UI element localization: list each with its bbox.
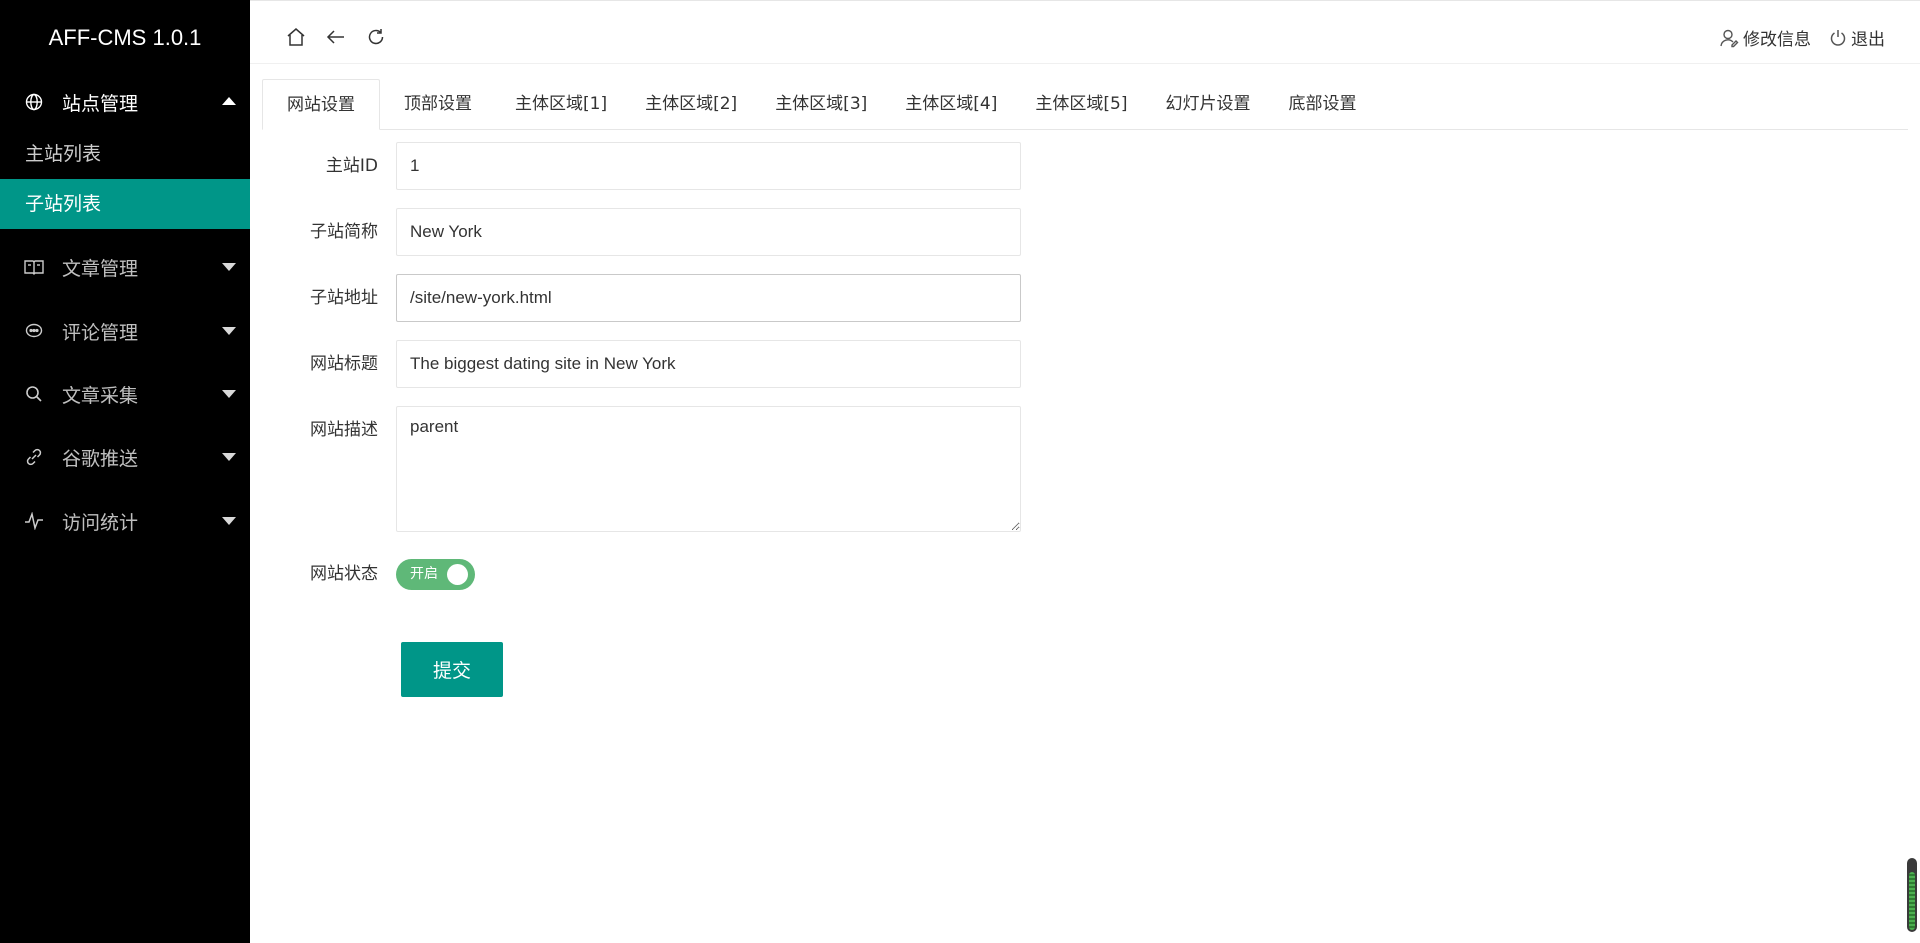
tab-top-settings[interactable]: 顶部设置 [380,79,496,129]
sidebar-group-visit-stats[interactable]: 访问统计 [0,489,250,553]
globe-icon [24,92,44,112]
chevron-up-icon [222,97,236,105]
sidebar-group-label: 站点管理 [62,92,139,115]
form-row-address: 子站地址 [262,274,1021,322]
status-toggle-text: 开启 [410,566,438,582]
short-name-label: 子站简称 [310,222,378,242]
form-row-site-id: 主站ID [262,142,1021,190]
sidebar-sublist: 主站列表 子站列表 [0,129,250,229]
refresh-icon[interactable] [364,25,388,49]
sidebar: AFF-CMS 1.0.1 站点管理 主站列表 子站列表 文章管理 评论管理 文… [0,0,250,943]
address-input[interactable] [396,274,1021,322]
form-row-description: 网站描述 parent [262,406,1021,532]
book-icon [24,257,44,277]
pulse-icon [24,511,44,531]
back-arrow-icon[interactable] [324,25,348,49]
top-header: 修改信息 退出 [250,0,1920,64]
power-icon [1830,29,1846,46]
toggle-knob [447,564,468,585]
address-label: 子站地址 [310,288,378,308]
tab-main-area-4[interactable]: 主体区域[4] [886,79,1016,129]
header-user-actions: 修改信息 退出 [1701,25,1885,50]
sidebar-group-label: 访问统计 [62,511,139,534]
chevron-down-icon [222,263,236,271]
sidebar-group-label: 文章管理 [62,257,139,280]
app-title: AFF-CMS 1.0.1 [48,25,202,50]
sidebar-group-comments[interactable]: 评论管理 [0,299,250,363]
site-id-input[interactable] [396,142,1021,190]
user-icon [1720,29,1739,47]
site-id-label: 主站ID [325,156,378,176]
submit-button[interactable]: 提交 [401,642,503,697]
chevron-down-icon [222,390,236,398]
form-row-title: 网站标题 [262,340,1021,388]
logout-link[interactable]: 退出 [1829,25,1885,50]
title-label: 网站标题 [310,354,378,374]
sidebar-group-google-push[interactable]: 谷歌推送 [0,425,250,489]
tab-slideshow-settings[interactable]: 幻灯片设置 [1146,79,1269,129]
form-row-status: 网站状态 开启 [262,559,475,590]
tab-footer-settings[interactable]: 底部设置 [1269,79,1375,129]
settings-tabs: 网站设置 顶部设置 主体区域[1] 主体区域[2] 主体区域[3] 主体区域[4… [262,79,1908,130]
tab-site-settings[interactable]: 网站设置 [262,79,380,130]
sidebar-group-label: 谷歌推送 [62,447,139,470]
sidebar-group-articles[interactable]: 文章管理 [0,235,250,299]
short-name-input[interactable] [396,208,1021,256]
sidebar-group-site-management[interactable]: 站点管理 [0,75,250,129]
title-input[interactable] [396,340,1021,388]
home-icon[interactable] [284,25,308,49]
chevron-down-icon [222,517,236,525]
sidebar-group-collector[interactable]: 文章采集 [0,363,250,425]
scroll-indicator-fill [1909,872,1915,930]
tab-main-area-2[interactable]: 主体区域[2] [626,79,756,129]
comment-icon [24,321,44,341]
tab-main-area-1[interactable]: 主体区域[1] [496,79,626,129]
edit-profile-label: 修改信息 [1743,30,1811,50]
sidebar-item-main-sites[interactable]: 主站列表 [0,129,250,179]
sidebar-group-label: 文章采集 [62,384,139,407]
link-icon [24,447,44,467]
logout-label: 退出 [1851,30,1885,50]
form-row-short-name: 子站简称 [262,208,1021,256]
app-root: AFF-CMS 1.0.1 站点管理 主站列表 子站列表 文章管理 评论管理 文… [0,0,1920,943]
tab-main-area-5[interactable]: 主体区域[5] [1016,79,1146,129]
description-label: 网站描述 [310,420,378,440]
scroll-indicator[interactable] [1907,858,1917,932]
edit-profile-link[interactable]: 修改信息 [1719,25,1811,50]
sidebar-group-label: 评论管理 [62,321,139,344]
description-textarea[interactable]: parent [396,406,1021,532]
status-toggle[interactable]: 开启 [396,559,475,590]
chevron-down-icon [222,327,236,335]
tab-main-area-3[interactable]: 主体区域[3] [756,79,886,129]
sidebar-item-sub-sites[interactable]: 子站列表 [0,179,250,229]
status-label: 网站状态 [310,564,378,584]
search-icon [24,384,44,404]
chevron-down-icon [222,453,236,461]
